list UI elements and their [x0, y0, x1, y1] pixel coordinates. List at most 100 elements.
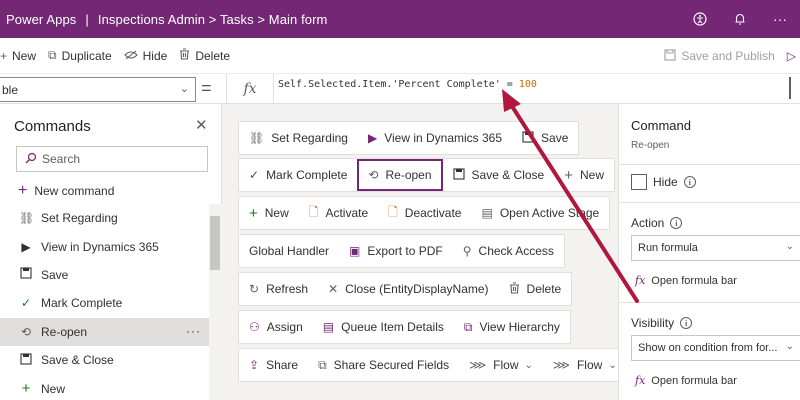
activate-button[interactable]: 🗋 Activate	[299, 197, 378, 229]
command-row-2: ✓ Mark Complete ⟲ Re-open Save & Close + Ne…	[238, 158, 615, 192]
info-icon[interactable]: i	[683, 176, 696, 188]
button-label: View Hierarchy	[479, 320, 560, 334]
chevron-down-icon: ⌄	[608, 359, 617, 371]
new-button[interactable]: + New	[554, 159, 614, 191]
save-publish-button[interactable]: Save and Publish	[658, 38, 780, 74]
button-label: New	[264, 206, 289, 220]
open-formula-bar-text: Open formula bar	[651, 274, 737, 287]
save-icon	[19, 267, 33, 282]
fx-icon[interactable]: fx	[226, 74, 274, 104]
re-open-button[interactable]: ⟲ Re-open	[357, 159, 443, 191]
button-label: Assign	[266, 320, 303, 334]
play-button[interactable]: ▷	[781, 38, 800, 74]
list-item-label: Set Regarding	[41, 211, 118, 226]
new-button[interactable]: + New	[0, 38, 42, 74]
property-dropdown[interactable]: ble ⌄	[0, 77, 196, 102]
open-active-stage-button[interactable]: ▤ Open Active Stage	[471, 197, 609, 229]
list-item[interactable]: Save	[0, 261, 209, 289]
plus-icon: +	[0, 48, 8, 63]
hide-button[interactable]: Hide	[118, 38, 174, 74]
duplicate-icon: ⧉	[48, 48, 57, 62]
flow-button-1[interactable]: ⋙ Flow ⌄	[459, 349, 543, 381]
action-dropdown[interactable]: Run formula ⌄	[631, 235, 800, 261]
new-command-label: New command	[34, 184, 115, 198]
property-value: ble	[2, 82, 19, 97]
refresh-icon: ↻	[249, 282, 260, 296]
share-button[interactable]: ⇪ Share	[239, 349, 308, 381]
formula-input[interactable]: Self.Selected.Item.'Percent Complete' = …	[278, 79, 537, 90]
button-label: New	[579, 168, 604, 182]
more-icon[interactable]: ···	[186, 324, 201, 338]
formula-resize-handle[interactable]	[789, 77, 791, 99]
breadcrumb[interactable]: Inspections Admin > Tasks > Main form	[98, 12, 328, 27]
info-icon[interactable]: i	[680, 317, 693, 329]
command-bar: + New ⧉ Duplicate Hide Delete Save and Pub…	[0, 38, 800, 74]
button-label: Save	[541, 131, 569, 145]
properties-panel: Command Re-open Hide i Action i Run formul…	[618, 104, 800, 400]
close-entity-button[interactable]: ✕ Close (EntityDisplayName)	[318, 273, 498, 305]
save-button[interactable]: Save	[512, 122, 578, 154]
refresh-button[interactable]: ↻ Refresh	[239, 273, 318, 305]
set-regarding-button[interactable]: ⛓ Set Regarding	[239, 122, 358, 154]
list-item-label: New	[41, 381, 66, 396]
view-in-dynamics-button[interactable]: ▶ View in Dynamics 365	[358, 122, 512, 154]
deactivate-button[interactable]: 🗋 Deactivate	[378, 197, 471, 229]
open-formula-bar-text: Open formula bar	[651, 374, 737, 387]
plus-icon: +	[18, 182, 28, 199]
assign-button[interactable]: ⚇ Assign	[239, 311, 313, 343]
view-hierarchy-button[interactable]: ⧉ View Hierarchy	[454, 311, 570, 343]
save-icon	[664, 48, 676, 64]
person-icon: ⚇	[249, 320, 260, 334]
export-pdf-button[interactable]: ▣ Export to PDF	[339, 235, 453, 267]
accessibility-icon[interactable]	[680, 0, 720, 38]
scrollbar-thumb[interactable]	[210, 216, 220, 270]
command-row-5: ↻ Refresh ✕ Close (EntityDisplayName) Dele…	[238, 272, 573, 306]
hide-text: Hide	[653, 175, 678, 189]
fx-icon: fx	[635, 274, 646, 287]
list-item[interactable]: ✓ Mark Complete	[0, 289, 209, 317]
formula-bar: ble ⌄ = fx Self.Selected.Item.'Percent C…	[0, 74, 800, 104]
document-x-icon: 🗋	[388, 204, 398, 219]
bell-icon[interactable]	[720, 0, 760, 38]
button-label: Open Active Stage	[499, 206, 600, 220]
hierarchy-icon: ⧉	[463, 319, 473, 334]
new-record-button[interactable]: + New	[239, 197, 299, 229]
key-icon: ⚲	[462, 244, 472, 258]
eye-off-icon	[123, 49, 138, 63]
flow-button-2[interactable]: ⋙ Flow ⌄	[543, 349, 627, 381]
plus-icon: +	[249, 204, 258, 222]
command-row-6: ⚇ Assign ▤ Queue Item Details ⧉ View Hierar…	[238, 310, 571, 344]
delete-button[interactable]: Delete	[499, 273, 572, 305]
hide-checkbox[interactable]	[631, 174, 647, 190]
list-item[interactable]: ⛓ Set Regarding	[0, 204, 209, 232]
search-input[interactable]: Search	[16, 146, 208, 172]
mark-complete-button[interactable]: ✓ Mark Complete	[239, 159, 357, 191]
queue-item-details-button[interactable]: ▤ Queue Item Details	[313, 311, 454, 343]
open-formula-bar-link-2[interactable]: fx Open formula bar	[635, 374, 737, 387]
command-row-7: ⇪ Share ⧉ Share Secured Fields ⋙ Flow ⌄ ⋙ Flo…	[238, 348, 628, 382]
close-icon[interactable]: ✕	[195, 116, 208, 134]
delete-button[interactable]: Delete	[173, 38, 236, 74]
button-label: Export to PDF	[367, 244, 443, 258]
share-secured-fields-button[interactable]: ⧉ Share Secured Fields	[308, 349, 459, 381]
list-item-label: View in Dynamics 365	[41, 239, 159, 254]
more-icon[interactable]: ···	[760, 0, 800, 38]
global-handler-button[interactable]: Global Handler	[239, 235, 339, 267]
visibility-dropdown[interactable]: Show on condition from for... ⌄	[631, 335, 800, 361]
play-icon: ▷	[786, 49, 796, 63]
search-placeholder: Search	[42, 152, 81, 166]
history-icon: ⟲	[20, 324, 32, 339]
properties-title: Command	[631, 118, 691, 133]
save-close-button[interactable]: Save & Close	[443, 159, 555, 191]
list-item-selected[interactable]: ⟲ Re-open ···	[0, 317, 209, 346]
formula-value: 100	[518, 79, 537, 90]
duplicate-button[interactable]: ⧉ Duplicate	[42, 38, 118, 74]
action-value: Run formula	[638, 242, 698, 254]
list-item[interactable]: ▶ View in Dynamics 365	[0, 232, 209, 260]
new-command-button[interactable]: + New command	[16, 180, 114, 202]
list-item[interactable]: Save & Close	[0, 346, 209, 374]
open-formula-bar-link[interactable]: fx Open formula bar	[635, 274, 737, 287]
list-item[interactable]: + New	[0, 374, 209, 400]
info-icon[interactable]: i	[670, 217, 683, 229]
check-access-button[interactable]: ⚲ Check Access	[453, 235, 564, 267]
